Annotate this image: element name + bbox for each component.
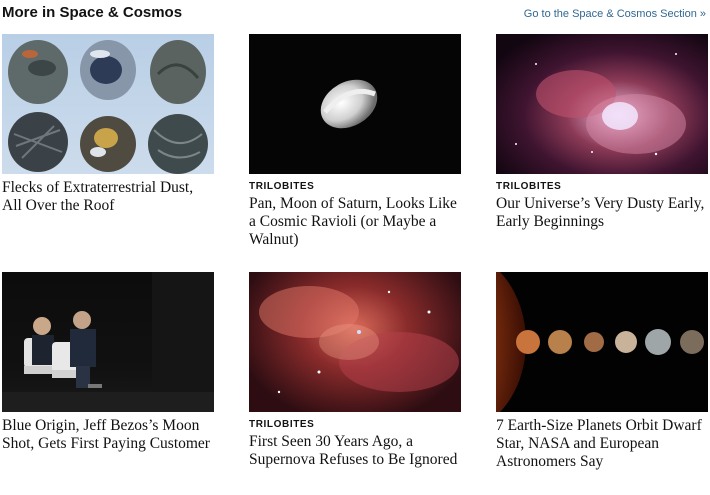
stage-illustration: [2, 272, 214, 412]
dust-grains-illustration: [8, 40, 208, 174]
article-image[interactable]: [249, 34, 461, 174]
article-image[interactable]: [2, 34, 214, 174]
supernova-illustration: [259, 286, 459, 394]
article-headline[interactable]: Our Universe’s Very Dusty Early, Early B…: [496, 195, 708, 231]
section-header: More in Space & Cosmos Go to the Space &…: [0, 0, 710, 30]
article-card-pan[interactable]: TRILOBITES Pan, Moon of Saturn, Looks Li…: [249, 34, 461, 249]
article-headline[interactable]: 7 Earth-Size Planets Orbit Dwarf Star, N…: [496, 417, 708, 471]
article-image[interactable]: [496, 272, 708, 412]
article-headline[interactable]: Blue Origin, Jeff Bezos’s Moon Shot, Get…: [2, 417, 214, 453]
pan-moon-illustration: [320, 79, 378, 129]
article-image[interactable]: [2, 272, 214, 412]
planets-illustration: [496, 272, 704, 412]
article-card-nebula[interactable]: TRILOBITES Our Universe’s Very Dusty Ear…: [496, 34, 708, 231]
article-card-planets[interactable]: 7 Earth-Size Planets Orbit Dwarf Star, N…: [496, 272, 708, 471]
article-headline[interactable]: Flecks of Extraterrestrial Dust, All Ove…: [2, 179, 214, 215]
article-kicker: TRILOBITES: [249, 181, 315, 192]
article-kicker: TRILOBITES: [496, 181, 562, 192]
article-card-blue-origin[interactable]: Blue Origin, Jeff Bezos’s Moon Shot, Get…: [2, 272, 214, 453]
nebula-illustration: [515, 53, 686, 156]
article-headline[interactable]: Pan, Moon of Saturn, Looks Like a Cosmic…: [249, 195, 461, 249]
article-card-dust[interactable]: Flecks of Extraterrestrial Dust, All Ove…: [2, 34, 214, 215]
section-title: More in Space & Cosmos: [2, 4, 183, 21]
article-headline[interactable]: First Seen 30 Years Ago, a Supernova Ref…: [249, 433, 461, 469]
article-card-supernova[interactable]: TRILOBITES First Seen 30 Years Ago, a Su…: [249, 272, 461, 469]
article-image[interactable]: [496, 34, 708, 174]
article-image[interactable]: [249, 272, 461, 412]
article-kicker: TRILOBITES: [249, 419, 315, 430]
section-link[interactable]: Go to the Space & Cosmos Section »: [524, 8, 706, 20]
